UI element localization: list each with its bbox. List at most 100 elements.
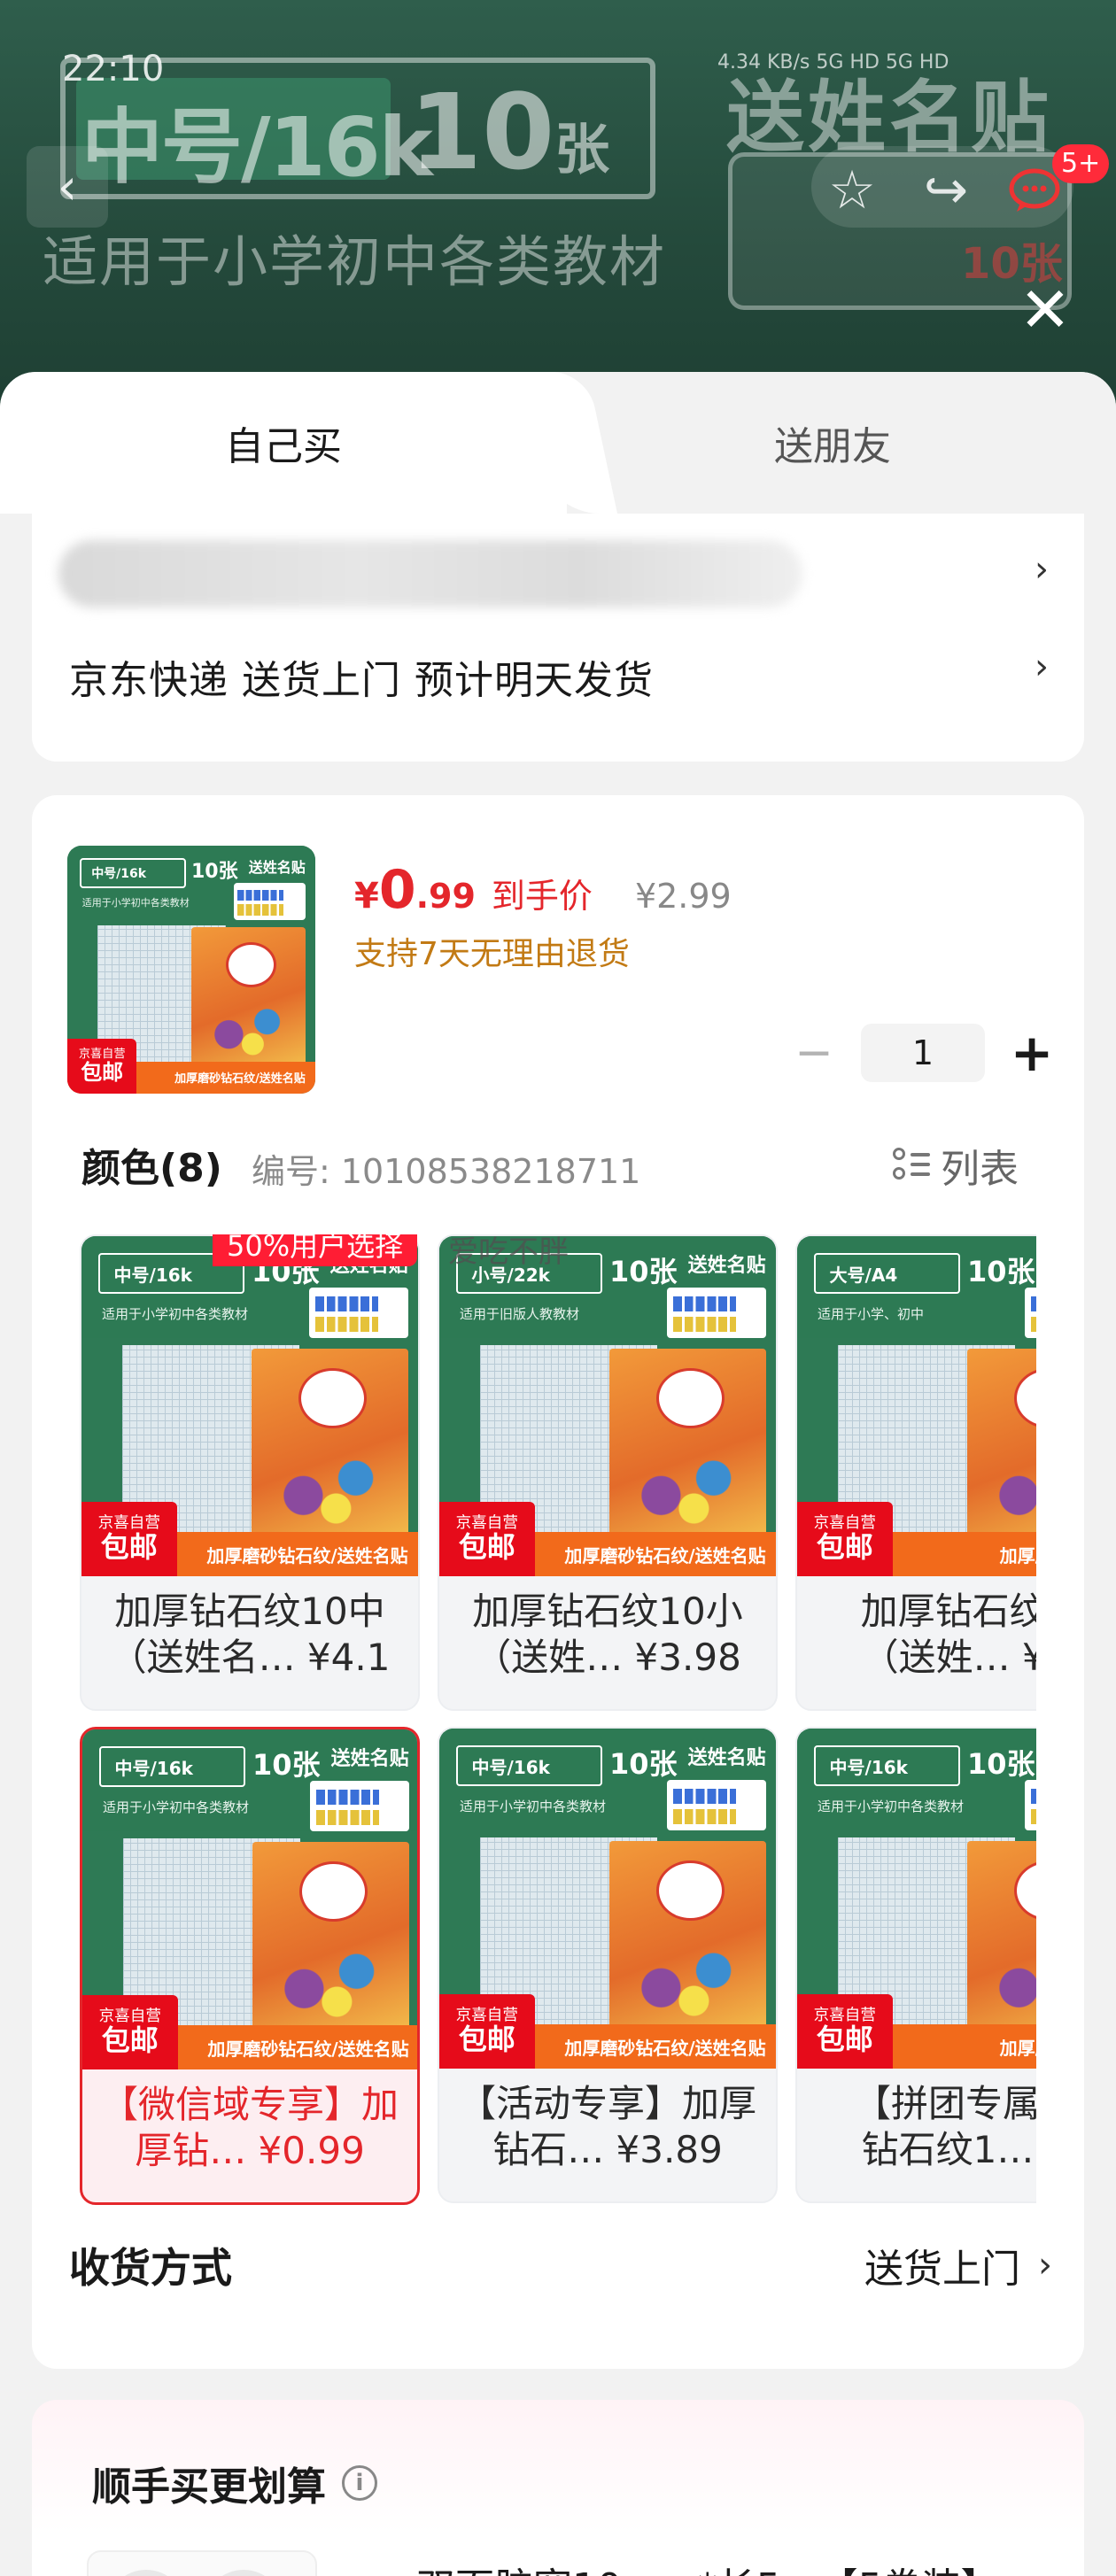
option-name: 【微信域专享】加 厚钻… ¥0.99	[100, 2083, 399, 2172]
address-card[interactable]: › 京东快递 送货上门 预计明天发货 ›	[32, 514, 1084, 762]
color-option[interactable]: 小号/22k 10张 送姓名贴 适用于旧版人教教材 加厚磨砂钻石纹/送姓名贴 京喜自营 包邮…	[438, 1234, 778, 1711]
option-name-labels	[310, 1780, 409, 1832]
tab-buy-self-label: 自己买	[225, 424, 342, 469]
color-option[interactable]: 中号/16k10张送适用于小学初中各类教材加厚磨砂钻石纹京喜自营包邮【拼团专属】…	[795, 1727, 1036, 2203]
purchase-sheet: 送朋友 自己买 › 京东快递 送货上门 预计明天发货 › 中号/16k 10张 …	[0, 372, 1116, 2576]
image-gift: 送姓名贴	[248, 859, 306, 877]
color-option[interactable]: 中号/16k10张送姓名贴适用于小学初中各类教材加厚磨砂钻石纹/送姓名贴京喜自营…	[438, 1727, 778, 2203]
tag-main: 包邮	[81, 1060, 124, 1086]
bundle-deal-title-text: 顺手买更划算	[92, 2464, 326, 2510]
color-options-grid: 中号/16k10张送姓名贴适用于小学初中各类教材加厚磨砂钻石纹/送姓名贴京喜自营…	[80, 1234, 1036, 2219]
price-label: 到手价	[491, 877, 593, 916]
option-book	[252, 1348, 408, 1546]
option-size-label: 中号/16k	[814, 1745, 961, 1787]
option-name: 【拼团专属】 钻石纹1… ¥	[853, 2082, 1036, 2171]
original-price: ¥2.99	[634, 877, 732, 916]
option-gift: 送姓名贴	[687, 1255, 766, 1278]
price-currency: ¥	[354, 876, 379, 917]
return-policy: 支持7天无理由退货	[354, 936, 630, 972]
tag-main: 包邮	[816, 2022, 873, 2056]
product-code: 编号: 10108538218711	[252, 1152, 641, 1191]
tab-send-friend[interactable]: 送朋友	[549, 372, 1116, 514]
close-icon[interactable]: ✕	[1010, 275, 1081, 345]
list-view-label: 列表	[941, 1147, 1019, 1192]
option-count: 10张	[609, 1747, 678, 1782]
address-blurred	[58, 540, 802, 607]
price-decimal: .99	[415, 877, 476, 916]
option-name: 加厚钻石纹1 （送姓… ¥4	[860, 1590, 1036, 1679]
option-free-shipping-tag: 京喜自营 包邮	[439, 1501, 535, 1576]
tag-top: 京喜自营	[455, 1513, 518, 1532]
product-thumbnail[interactable]: 中号/16k 10张 送姓名贴 适用于小学初中各类教材 加厚磨砂钻石纹/送姓名贴…	[67, 846, 315, 1094]
option-free-shipping-tag: 京喜自营 包邮	[797, 1993, 893, 2069]
option-count: 10张	[967, 1255, 1035, 1289]
option-name: 加厚钻石纹10中 （送姓名… ¥4.1	[109, 1590, 391, 1679]
option-book	[967, 1348, 1036, 1546]
message-badge: 5+	[1052, 144, 1110, 183]
color-option[interactable]: 大号/A410张送适用于小学、初中加厚磨砂钻石纹京喜自营包邮加厚钻石纹1 （送姓…	[795, 1234, 1036, 1711]
option-image: 大号/A410张送适用于小学、初中加厚磨砂钻石纹京喜自营包邮	[797, 1236, 1036, 1576]
image-name-labels	[233, 883, 306, 920]
color-option[interactable]: 中号/16k10张送姓名贴适用于小学初中各类教材加厚磨砂钻石纹/送姓名贴京喜自营…	[80, 1727, 420, 2205]
image-book	[191, 927, 306, 1071]
list-icon	[893, 1146, 930, 1185]
banner-count-unit: 张	[554, 117, 610, 182]
tag-main: 包邮	[100, 1529, 158, 1564]
option-subtitle: 适用于小学初中各类教材	[818, 1798, 965, 1814]
option-book	[252, 1841, 409, 2039]
option-size-label: 中号/16k	[456, 1745, 603, 1787]
purchase-tabs: 送朋友 自己买	[0, 372, 1116, 514]
color-option[interactable]: 中号/16k10张送姓名贴适用于小学初中各类教材加厚磨砂钻石纹/送姓名贴京喜自营…	[80, 1234, 420, 1711]
option-size-label: 大号/A4	[814, 1253, 961, 1295]
option-size-label: 中号/16k	[99, 1746, 246, 1788]
tag-top: 京喜自营	[813, 1513, 876, 1532]
bundle-deal-card: 顺手买更划算 i 双面胶宽10mm*长5m【5卷装】	[32, 2400, 1084, 2576]
option-free-shipping-tag: 京喜自营 包邮	[82, 1994, 178, 2069]
option-image: 中号/16k10张送适用于小学初中各类教材加厚磨砂钻石纹京喜自营包邮	[797, 1729, 1036, 2069]
option-subtitle: 适用于旧版人教教材	[460, 1305, 580, 1322]
option-count: 10张	[609, 1255, 678, 1289]
info-icon[interactable]: i	[342, 2465, 377, 2501]
color-heading: 颜色(8)	[81, 1146, 222, 1191]
option-name-labels	[667, 1287, 766, 1339]
tag-top: 京喜自营	[98, 2007, 161, 2025]
option-name: 加厚钻石纹10小 （送姓… ¥3.98	[472, 1590, 743, 1679]
quantity-input[interactable]: 1	[861, 1024, 985, 1082]
bundle-deal-title: 顺手买更划算 i	[92, 2455, 377, 2511]
product-card: 中号/16k 10张 送姓名贴 适用于小学初中各类教材 加厚磨砂钻石纹/送姓名贴…	[32, 795, 1084, 2369]
tag-main: 包邮	[816, 1529, 873, 1564]
tab-buy-self[interactable]: 自己买	[0, 372, 567, 514]
tape-roll-image	[204, 2570, 283, 2576]
option-book	[609, 1348, 766, 1546]
option-image: 中号/16k10张送姓名贴适用于小学初中各类教材加厚磨砂钻石纹/送姓名贴京喜自营…	[81, 1236, 418, 1576]
tag-top: 京喜自营	[455, 2006, 518, 2024]
shipping-method-row[interactable]: 收货方式 送货上门 ›	[69, 2212, 1052, 2318]
shipping-value: 送货上门 ›	[864, 2237, 1052, 2294]
product-image: 中号/16k 10张 送姓名贴 适用于小学初中各类教材 加厚磨砂钻石纹/送姓名贴…	[67, 846, 315, 1094]
list-view-button[interactable]: 列表	[893, 1137, 1019, 1194]
option-book	[967, 1840, 1036, 2038]
option-name-labels	[667, 1779, 766, 1831]
option-image: 中号/16k10张送姓名贴适用于小学初中各类教材加厚磨砂钻石纹/送姓名贴京喜自营…	[439, 1729, 776, 2069]
back-icon[interactable]: ‹	[27, 146, 108, 228]
delivery-chevron-icon: ›	[1035, 646, 1049, 687]
option-count: 10张	[967, 1747, 1035, 1782]
option-subtitle: 适用于小学初中各类教材	[460, 1798, 607, 1814]
tag-main: 包邮	[101, 2023, 159, 2057]
option-subtitle: 适用于小学初中各类教材	[102, 1305, 249, 1322]
option-name-labels	[1025, 1779, 1036, 1831]
quantity-decrease-button[interactable]: −	[785, 1026, 843, 1079]
status-indicators: 4.34 KB/s 5G HD 5G HD	[717, 51, 949, 73]
tag-main: 包邮	[458, 2022, 515, 2056]
quantity-increase-button[interactable]: +	[1003, 1023, 1061, 1083]
option-count: 10张	[252, 1748, 321, 1783]
option-free-shipping-tag: 京喜自营 包邮	[81, 1501, 177, 1576]
star-icon[interactable]: ☆	[808, 146, 896, 235]
option-name-labels	[1025, 1287, 1036, 1339]
option-name: 【活动专享】加厚 钻石… ¥3.89	[458, 2082, 756, 2171]
share-icon[interactable]: ↪	[902, 146, 990, 235]
option-image: 中号/16k10张送姓名贴适用于小学初中各类教材加厚磨砂钻石纹/送姓名贴京喜自营…	[82, 1729, 417, 2069]
deal-item-image[interactable]	[87, 2550, 317, 2576]
image-size-label: 中号/16k	[80, 858, 187, 888]
deal-item-name[interactable]: 双面胶宽10mm*长5m【5卷装】	[416, 2556, 1000, 2576]
